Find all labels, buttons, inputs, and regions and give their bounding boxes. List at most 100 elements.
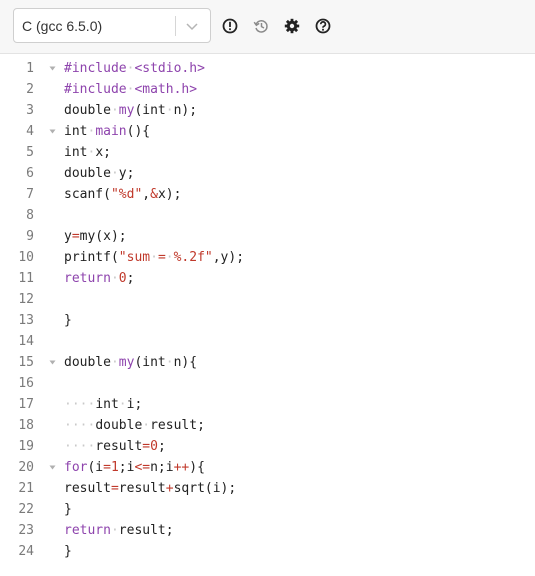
code-line[interactable]: 10 printf("sum·=·%.2f",y); [0,247,535,268]
code-line[interactable]: 3 double·my(int·n); [0,100,535,121]
whitespace-marker: · [165,103,174,118]
line-number: 6 [26,166,34,181]
code-line[interactable]: 8 [0,205,535,226]
language-select[interactable]: C (gcc 6.5.0) [13,8,211,43]
code-token: return [64,271,111,286]
code-line[interactable]: 17 ····int·i; [0,394,535,415]
code-text: int·main(){ [64,121,150,142]
code-text: for(i=1;i<=n;i++){ [64,457,205,478]
code-token: , [142,187,151,202]
code-line[interactable]: 16 [0,373,535,394]
fold-arrow-icon[interactable] [49,128,56,135]
code-text: scanf("%d",&x); [64,184,181,205]
code-token: y [64,229,72,244]
code-line[interactable]: 12 [0,289,535,310]
code-line[interactable]: 23 return·result; [0,520,535,541]
whitespace-marker: · [110,271,119,286]
code-token: = [142,439,151,454]
code-token: ++ [173,460,190,475]
gear-icon[interactable] [284,18,300,34]
code-token: n); [173,103,198,118]
code-text: ····double·result; [64,415,205,436]
code-line[interactable]: 15 double·my(int·n){ [0,352,535,373]
line-number: 20 [18,460,34,475]
code-token: = [157,250,166,265]
code-line[interactable]: 1 #include·<stdio.h> [0,58,535,79]
help-icon[interactable] [315,18,331,34]
line-number: 24 [18,544,34,559]
code-token: int [64,145,88,160]
code-token: result [118,481,166,496]
code-line[interactable]: 7 scanf("%d",&x); [0,184,535,205]
code-editor[interactable]: 1 #include·<stdio.h> 2 #include·<math.h> 3 do… [0,54,535,576]
history-icon[interactable] [253,18,269,34]
line-number: 21 [18,481,34,496]
chevron-down-icon[interactable] [184,18,200,34]
code-token: my(x); [79,229,127,244]
code-text: ····int·i; [64,394,142,415]
code-token: i; [126,397,143,412]
language-select-value: C (gcc 6.5.0) [22,18,103,34]
line-number: 19 [18,439,34,454]
code-token: 1 [110,460,119,475]
code-line[interactable]: 9 y=my(x); [0,226,535,247]
code-line[interactable]: 20 for(i=1;i<=n;i++){ [0,457,535,478]
code-line[interactable]: 19 ····result=0; [0,436,535,457]
code-token: double [64,103,111,118]
code-text: return·0; [64,268,134,289]
code-token: } [64,544,72,559]
code-text: return·result; [64,520,174,541]
line-number: 2 [26,82,34,97]
code-token: (int [134,103,166,118]
code-line[interactable]: 11 return·0; [0,268,535,289]
code-line[interactable]: 22} [0,499,535,520]
fold-arrow-icon[interactable] [49,359,56,366]
fold-arrow-icon[interactable] [49,464,56,471]
code-token: printf( [64,250,119,265]
line-number: 3 [26,103,34,118]
code-token: for [64,460,88,475]
code-token: ,y); [212,250,245,265]
code-token: y; [118,166,135,181]
whitespace-marker: · [165,355,174,370]
line-number: 5 [26,145,34,160]
code-line[interactable]: 24} [0,541,535,562]
code-text: int·x; [64,142,111,163]
code-line[interactable]: 6 double·y; [0,163,535,184]
line-number: 8 [26,208,34,223]
select-divider [175,16,176,36]
code-token: = [103,460,111,475]
fold-arrow-icon[interactable] [49,65,56,72]
line-number: 23 [18,523,34,538]
info-icon[interactable] [222,18,238,34]
whitespace-marker: ···· [64,397,96,412]
code-line[interactable]: 2 #include·<math.h> [0,79,535,100]
code-token: result; [118,523,174,538]
code-line[interactable]: 18 ····double·result; [0,415,535,436]
code-token: #include [64,61,127,76]
code-token: = [110,481,119,496]
code-text: y=my(x); [64,226,127,247]
code-token: <= [134,460,151,475]
code-line[interactable]: 14 [0,331,535,352]
code-line[interactable]: 13} [0,310,535,331]
toolbar: C (gcc 6.5.0) [0,0,535,54]
code-token: "%d" [110,187,143,202]
code-text: double·my(int·n){ [64,352,197,373]
code-text: double·y; [64,163,134,184]
code-token: x; [95,145,111,160]
code-token: + [165,481,174,496]
code-line[interactable]: 5 int·x; [0,142,535,163]
code-token: ;i [118,460,135,475]
code-line[interactable]: 21 result=result+sqrt(i); [0,478,535,499]
whitespace-marker: · [110,166,119,181]
code-text: #include·<math.h> [64,79,197,100]
line-number: 1 [26,61,34,76]
whitespace-marker: · [110,355,119,370]
code-line[interactable]: 4 int·main(){ [0,121,535,142]
code-token: n){ [173,355,198,370]
whitespace-marker: · [118,397,127,412]
code-token: %.2f" [173,250,213,265]
code-token: } [64,502,72,517]
code-token: result [95,439,143,454]
